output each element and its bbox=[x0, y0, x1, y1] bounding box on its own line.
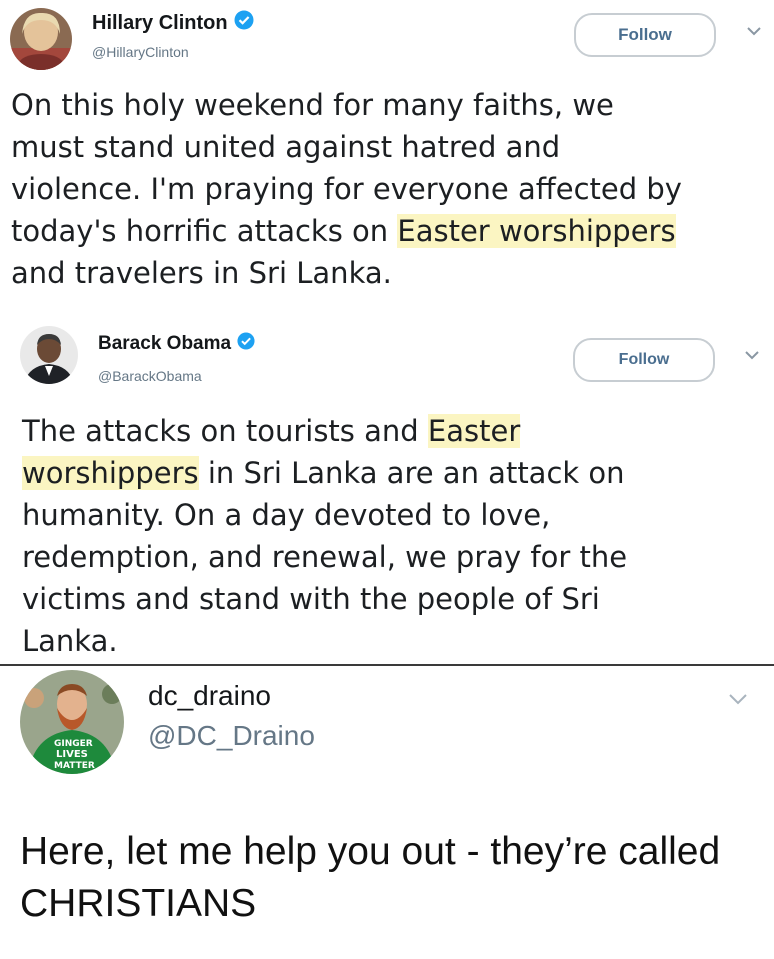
svg-text:MATTER: MATTER bbox=[54, 761, 95, 771]
svg-text:LIVES: LIVES bbox=[56, 749, 88, 760]
highlighted-text: worshippers bbox=[22, 456, 199, 490]
avatar-hillary[interactable] bbox=[10, 8, 72, 70]
follow-button[interactable]: Follow bbox=[573, 338, 715, 382]
tweet-dc-draino: GINGER LIVES MATTER dc_draino @DC_Draino… bbox=[0, 664, 774, 959]
highlighted-text: Easter worshippers bbox=[397, 214, 676, 248]
chevron-down-icon[interactable] bbox=[746, 24, 762, 42]
tweet-text: Here, let me help you out - they’re call… bbox=[20, 830, 721, 925]
follow-button[interactable]: Follow bbox=[574, 13, 716, 57]
author-handle[interactable]: @DC_Draino bbox=[148, 720, 315, 752]
author-handle[interactable]: @BarackObama bbox=[98, 368, 202, 384]
verified-badge-icon bbox=[234, 10, 254, 36]
tweet-text: The attacks on tourists and Easter worsh… bbox=[22, 414, 628, 658]
highlighted-text: Easter bbox=[427, 414, 521, 448]
author-name[interactable]: dc_draino bbox=[148, 680, 271, 712]
author-handle[interactable]: @HillaryClinton bbox=[92, 44, 189, 60]
tweet-obama: Barack Obama @BarackObama Follow The att… bbox=[0, 312, 774, 664]
avatar-dc-draino[interactable]: GINGER LIVES MATTER bbox=[20, 670, 124, 774]
chevron-down-icon[interactable] bbox=[744, 348, 760, 366]
avatar-obama[interactable] bbox=[20, 326, 78, 384]
tweet-text: On this holy weekend for many faiths, we… bbox=[11, 88, 682, 290]
author-name[interactable]: Hillary Clinton bbox=[92, 10, 254, 36]
author-name[interactable]: Barack Obama bbox=[98, 332, 255, 356]
verified-badge-icon bbox=[237, 332, 255, 356]
chevron-down-icon[interactable] bbox=[728, 692, 748, 711]
tweet-hillary: Hillary Clinton @HillaryClinton Follow O… bbox=[0, 0, 774, 312]
svg-text:GINGER: GINGER bbox=[54, 739, 93, 749]
